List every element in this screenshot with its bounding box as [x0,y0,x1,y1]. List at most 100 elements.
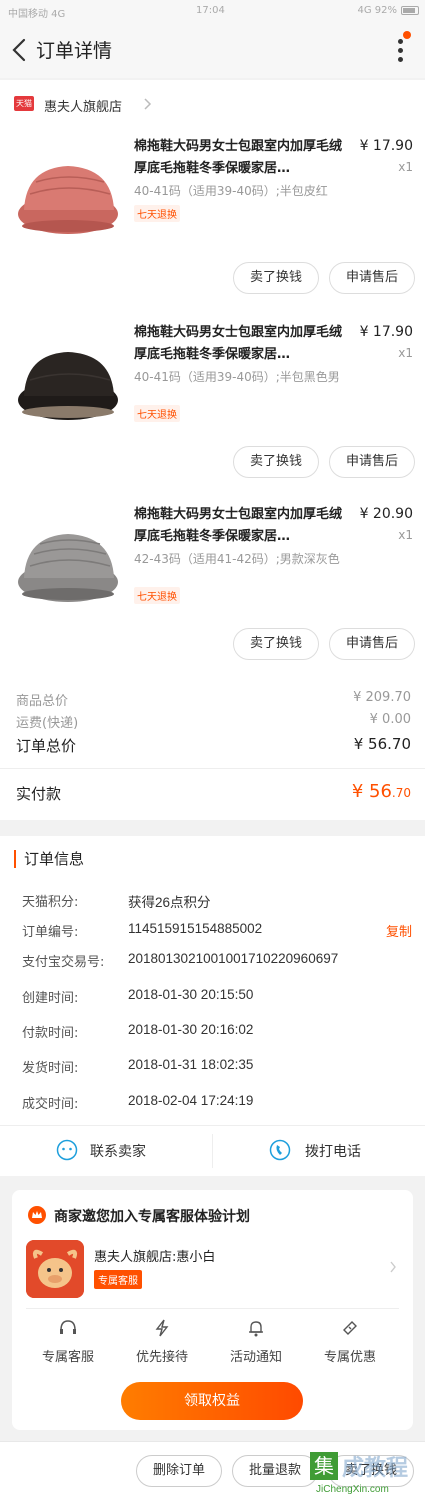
item-title[interactable]: 棉拖鞋大码男女士包跟室内加厚毛绒厚底毛拖鞋冬季保暖家居… [134,322,352,366]
lightning-icon [155,1319,169,1337]
order-total-row: 订单总价 ¥ 56.70 [16,735,411,756]
crown-icon [28,1206,46,1224]
info-value: 2018013021001001710220960697 [128,951,339,966]
benefit-priority[interactable]: 优先接待 [116,1316,206,1366]
claim-benefits-button[interactable]: 领取权益 [121,1382,303,1420]
contact-seller-label: 联系卖家 [90,1144,146,1160]
info-value: 2018-01-30 20:16:02 [128,1022,254,1037]
order-total-label: 订单总价 [16,737,77,755]
delete-order-button[interactable]: 删除订单 [136,1455,222,1487]
item-sku: 40-41码（适用39-40码）;半包黑色男 [134,370,340,384]
watermark-url: JiChengXin.com [316,1484,389,1495]
benefit-label: 优先接待 [135,1350,188,1365]
benefit-notification[interactable]: 活动通知 [210,1316,300,1366]
item-sku: 42-43码（适用41-42码）;男款深灰色 [134,552,340,566]
after-sale-button[interactable]: 申请售后 [329,262,415,294]
info-key: 支付宝交易号: [22,955,105,970]
product-image[interactable] [16,324,120,434]
contact-row: 联系卖家 拨打电话 [0,1125,425,1175]
paid-label: 实付款 [16,785,62,803]
sell-button[interactable]: 卖了换钱 [233,446,319,478]
paid-row: 实付款 ¥ 56.70 [0,768,425,820]
chevron-right-icon [144,98,152,110]
item-qty: x1 [398,160,413,174]
call-phone-button[interactable]: 拨打电话 [213,1126,425,1176]
batch-refund-button[interactable]: 批量退款 [232,1455,318,1487]
notification-dot [403,31,411,39]
info-key: 付款时间: [22,1026,79,1041]
site-watermark: 集 成教程 JiChengXin.com [310,1448,425,1500]
order-item: 棉拖鞋大码男女士包跟室内加厚毛绒厚底毛拖鞋冬季保暖家居… 42-43码（适用41… [0,500,425,680]
ticket-icon [343,1321,357,1335]
after-sale-button[interactable]: 申请售后 [329,628,415,660]
vip-divider [26,1308,399,1309]
chat-icon [56,1139,78,1161]
tmall-badge: 天猫 [14,96,34,111]
return-tag: 七天退换 [134,405,180,422]
item-sku: 40-41码（适用39-40码）;半包皮红 [134,184,328,198]
product-image[interactable] [16,506,120,616]
headset-icon [60,1320,76,1334]
signal-text: 4G 92% [357,5,397,16]
back-arrow-icon[interactable] [8,36,32,64]
goods-total-row: 商品总价 ¥ 209.70 [16,690,411,709]
battery-icon [401,6,419,15]
bell-icon [249,1321,263,1337]
benefit-label: 专属客服 [41,1350,94,1365]
shop-name[interactable]: 惠夫人旗舰店 [44,96,122,115]
order-total-value: ¥ 56.70 [353,735,411,753]
item-qty: x1 [398,528,413,542]
shop-row[interactable]: 天猫 惠夫人旗舰店 [0,80,425,130]
paid-value-main: ¥ 56 [351,781,392,802]
shipping-label: 运费(快递) [16,716,79,731]
copy-button[interactable]: 复制 [386,921,412,940]
benefit-label: 专属优惠 [323,1350,376,1365]
item-title[interactable]: 棉拖鞋大码男女士包跟室内加厚毛绒厚底毛拖鞋冬季保暖家居… [134,504,352,548]
page-title: 订单详情 [36,40,113,62]
contact-seller-button[interactable]: 联系卖家 [0,1126,212,1176]
goods-total-label: 商品总价 [16,694,69,709]
order-info-heading: 订单信息 [14,850,84,868]
order-item: 棉拖鞋大码男女士包跟室内加厚毛绒厚底毛拖鞋冬季保暖家居… 40-41码（适用39… [0,132,425,312]
info-key: 成交时间: [22,1097,79,1112]
after-sale-button[interactable]: 申请售后 [329,446,415,478]
info-key: 创建时间: [22,991,79,1006]
return-tag: 七天退换 [134,587,180,604]
return-tag: 七天退换 [134,205,180,222]
item-qty: x1 [398,346,413,360]
benefit-discount[interactable]: 专属优惠 [304,1316,394,1366]
info-key: 发货时间: [22,1061,79,1076]
order-info-card: 订单信息 天猫积分: 获得26点积分 订单编号: 114515915154885… [0,836,425,1176]
goods-total-value: ¥ 209.70 [353,690,411,705]
benefit-label: 活动通知 [229,1350,282,1365]
benefit-exclusive-service[interactable]: 专属客服 [22,1316,112,1366]
status-bar: 中国移动 4G 17:04 4G 92% [0,0,425,22]
paid-value: ¥ 56.70 [352,781,411,802]
item-title[interactable]: 棉拖鞋大码男女士包跟室内加厚毛绒厚底毛拖鞋冬季保暖家居… [134,136,352,180]
vip-service-card: 商家邀您加入专属客服体验计划 惠夫人旗舰店:惠小白 专属客服 专属客服 优先接待 [12,1190,413,1430]
sell-button[interactable]: 卖了换钱 [233,262,319,294]
info-value: 114515915154885002 [128,921,263,936]
chevron-right-icon[interactable] [389,1260,397,1274]
vip-title: 商家邀您加入专属客服体验计划 [54,1209,250,1225]
shipping-value: ¥ 0.00 [369,712,411,727]
watermark-text: 成教程 [342,1456,409,1481]
paid-value-cents: .70 [391,786,411,800]
item-price: ¥ 20.90 [359,506,413,522]
vip-tag: 专属客服 [94,1270,142,1289]
more-menu-icon[interactable] [395,35,407,65]
carrier-text: 中国移动 4G [8,9,66,20]
call-phone-label: 拨打电话 [305,1144,361,1160]
shipping-row: 运费(快递) ¥ 0.00 [16,712,411,731]
product-image[interactable] [16,138,120,248]
nav-bar: 订单详情 [0,22,425,78]
order-card: 天猫 惠夫人旗舰店 棉拖鞋大码男女士包跟室内加厚毛绒厚底毛拖鞋冬季保暖家居… 4… [0,80,425,820]
info-key: 天猫积分: [22,895,79,910]
info-value: 2018-01-31 18:02:35 [128,1057,254,1072]
shop-mascot-avatar[interactable] [26,1240,84,1298]
sell-button[interactable]: 卖了换钱 [233,628,319,660]
info-value: 2018-02-04 17:24:19 [128,1093,254,1108]
vip-shop-name[interactable]: 惠夫人旗舰店:惠小白 [94,1246,215,1265]
info-key: 订单编号: [22,925,79,940]
clock-text: 17:04 [196,5,225,16]
